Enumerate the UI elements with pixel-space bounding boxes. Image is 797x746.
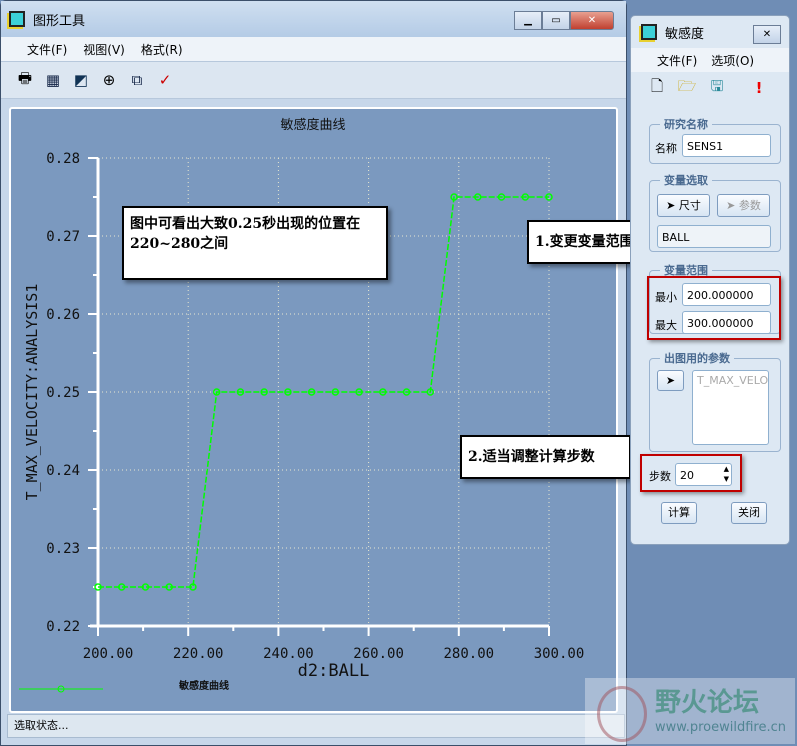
grid-icon[interactable]: ▦ bbox=[43, 70, 63, 90]
compute-button[interactable]: 计算 bbox=[661, 502, 697, 524]
toolbar: 🖶 ▦ ◩ ⊕ ⧉ ✓ bbox=[1, 61, 626, 99]
panel-app-icon bbox=[641, 24, 657, 40]
x-tick-label: 300.00 bbox=[534, 646, 585, 662]
x-tick-label: 260.00 bbox=[353, 646, 404, 662]
y-tick-label: 0.26 bbox=[46, 307, 80, 323]
panel-menu-file[interactable]: 文件(F) bbox=[657, 52, 697, 69]
study-name-legend: 研究名称 bbox=[664, 118, 708, 131]
maximize-button[interactable]: ▭ bbox=[542, 11, 570, 30]
watermark-url: www.proewildfire.cn bbox=[655, 720, 786, 735]
dimension-button[interactable]: ➤ 尺寸 bbox=[657, 194, 710, 217]
alert-icon[interactable]: ! bbox=[749, 78, 769, 98]
name-label: 名称 bbox=[655, 142, 677, 155]
y-tick-label: 0.27 bbox=[46, 229, 80, 245]
y-tick-label: 0.22 bbox=[46, 619, 80, 635]
new-file-icon[interactable]: 🗋 bbox=[647, 77, 667, 98]
minimize-button[interactable]: ▁ bbox=[514, 11, 542, 30]
menu-format[interactable]: 格式(R) bbox=[141, 41, 183, 58]
x-tick-label: 200.00 bbox=[83, 646, 134, 662]
plot-param-item[interactable]: T_MAX_VELO bbox=[697, 374, 768, 387]
watermark-name: 野火论坛 bbox=[655, 688, 760, 718]
graph-tool-window: 图形工具 ▁ ▭ ✕ 文件(F) 视图(V) 格式(R) 🖶 ▦ ◩ ⊕ ⧉ ✓… bbox=[0, 0, 627, 746]
close-panel-button[interactable]: 关闭 bbox=[731, 502, 767, 524]
plot-param-list[interactable]: T_MAX_VELO bbox=[692, 370, 769, 445]
panel-title-bar: 敏感度 ✕ bbox=[631, 16, 789, 48]
app-icon bbox=[9, 11, 25, 27]
window-title: 图形工具 bbox=[33, 13, 86, 29]
panel-toolbar: 🗋 🗁 🖫 ! bbox=[631, 72, 789, 104]
format-icon[interactable]: ✓ bbox=[155, 70, 175, 90]
highlight-steps bbox=[640, 454, 742, 492]
title-bar: 图形工具 ▁ ▭ ✕ bbox=[1, 1, 626, 37]
variable-field[interactable]: BALL bbox=[657, 225, 771, 248]
zoom-in-icon[interactable]: ⊕ bbox=[99, 70, 119, 90]
y-tick-label: 0.23 bbox=[46, 541, 80, 557]
y-tick-label: 0.25 bbox=[46, 385, 80, 401]
menu-bar: 文件(F) 视图(V) 格式(R) bbox=[1, 37, 626, 61]
legend-label: 敏感度曲线 bbox=[178, 679, 229, 692]
watermark: 野火论坛 www.proewildfire.cn bbox=[585, 678, 795, 744]
zoom-window-icon[interactable]: ⧉ bbox=[127, 70, 147, 90]
menu-file[interactable]: 文件(F) bbox=[27, 41, 67, 58]
panel-menu-options[interactable]: 选项(O) bbox=[711, 52, 754, 69]
edit-icon[interactable]: ◩ bbox=[71, 70, 91, 90]
x-axis-label: d2:BALL bbox=[298, 661, 370, 681]
panel-title: 敏感度 bbox=[665, 26, 705, 42]
parameter-button[interactable]: ➤ 参数 bbox=[717, 194, 770, 217]
x-tick-label: 220.00 bbox=[173, 646, 224, 662]
menu-view[interactable]: 视图(V) bbox=[83, 41, 125, 58]
panel-close-button[interactable]: ✕ bbox=[753, 25, 781, 44]
save-icon[interactable]: 🖫 bbox=[707, 77, 727, 98]
panel-menu-bar: 文件(F) 选项(O) bbox=[631, 48, 789, 72]
chart-title: 敏感度曲线 bbox=[280, 117, 345, 133]
annotation-note: 图中可看出大致0.25秒出现的位置在220~280之间 bbox=[122, 206, 388, 280]
y-axis-label: T_MAX_VELOCITY:ANALYSIS1 bbox=[23, 284, 41, 501]
select-param-button[interactable]: ➤ bbox=[657, 370, 684, 391]
plot-param-legend: 出图用的参数 bbox=[664, 352, 730, 365]
dimension-label: 尺寸 bbox=[678, 199, 701, 212]
close-button[interactable]: ✕ bbox=[570, 11, 614, 30]
parameter-label: 参数 bbox=[738, 199, 761, 212]
y-tick-label: 0.24 bbox=[46, 463, 80, 479]
highlight-range bbox=[647, 276, 781, 340]
print-icon[interactable]: 🖶 bbox=[15, 69, 35, 90]
x-tick-label: 240.00 bbox=[263, 646, 314, 662]
watermark-logo-icon bbox=[597, 686, 647, 742]
annotation-step2: 2.适当调整计算步数 bbox=[460, 435, 631, 479]
name-input[interactable]: SENS1 bbox=[682, 134, 771, 157]
sensitivity-panel: 敏感度 ✕ 文件(F) 选项(O) 🗋 🗁 🖫 ! 研究名称 名称 SENS1 … bbox=[630, 15, 790, 545]
variable-select-legend: 变量选取 bbox=[664, 174, 708, 187]
x-tick-label: 280.00 bbox=[444, 646, 495, 662]
y-tick-label: 0.28 bbox=[46, 151, 80, 167]
status-bar: 选取状态... bbox=[7, 714, 625, 738]
open-folder-icon[interactable]: 🗁 bbox=[677, 77, 697, 98]
sensitivity-chart: 敏感度曲线 200.00 220.00 240.00 260.00 280.00 300.0… bbox=[19, 117, 585, 693]
plot-area: 敏感度曲线 200.00 220.00 240.00 260.00 280.00 300.0… bbox=[9, 107, 618, 713]
